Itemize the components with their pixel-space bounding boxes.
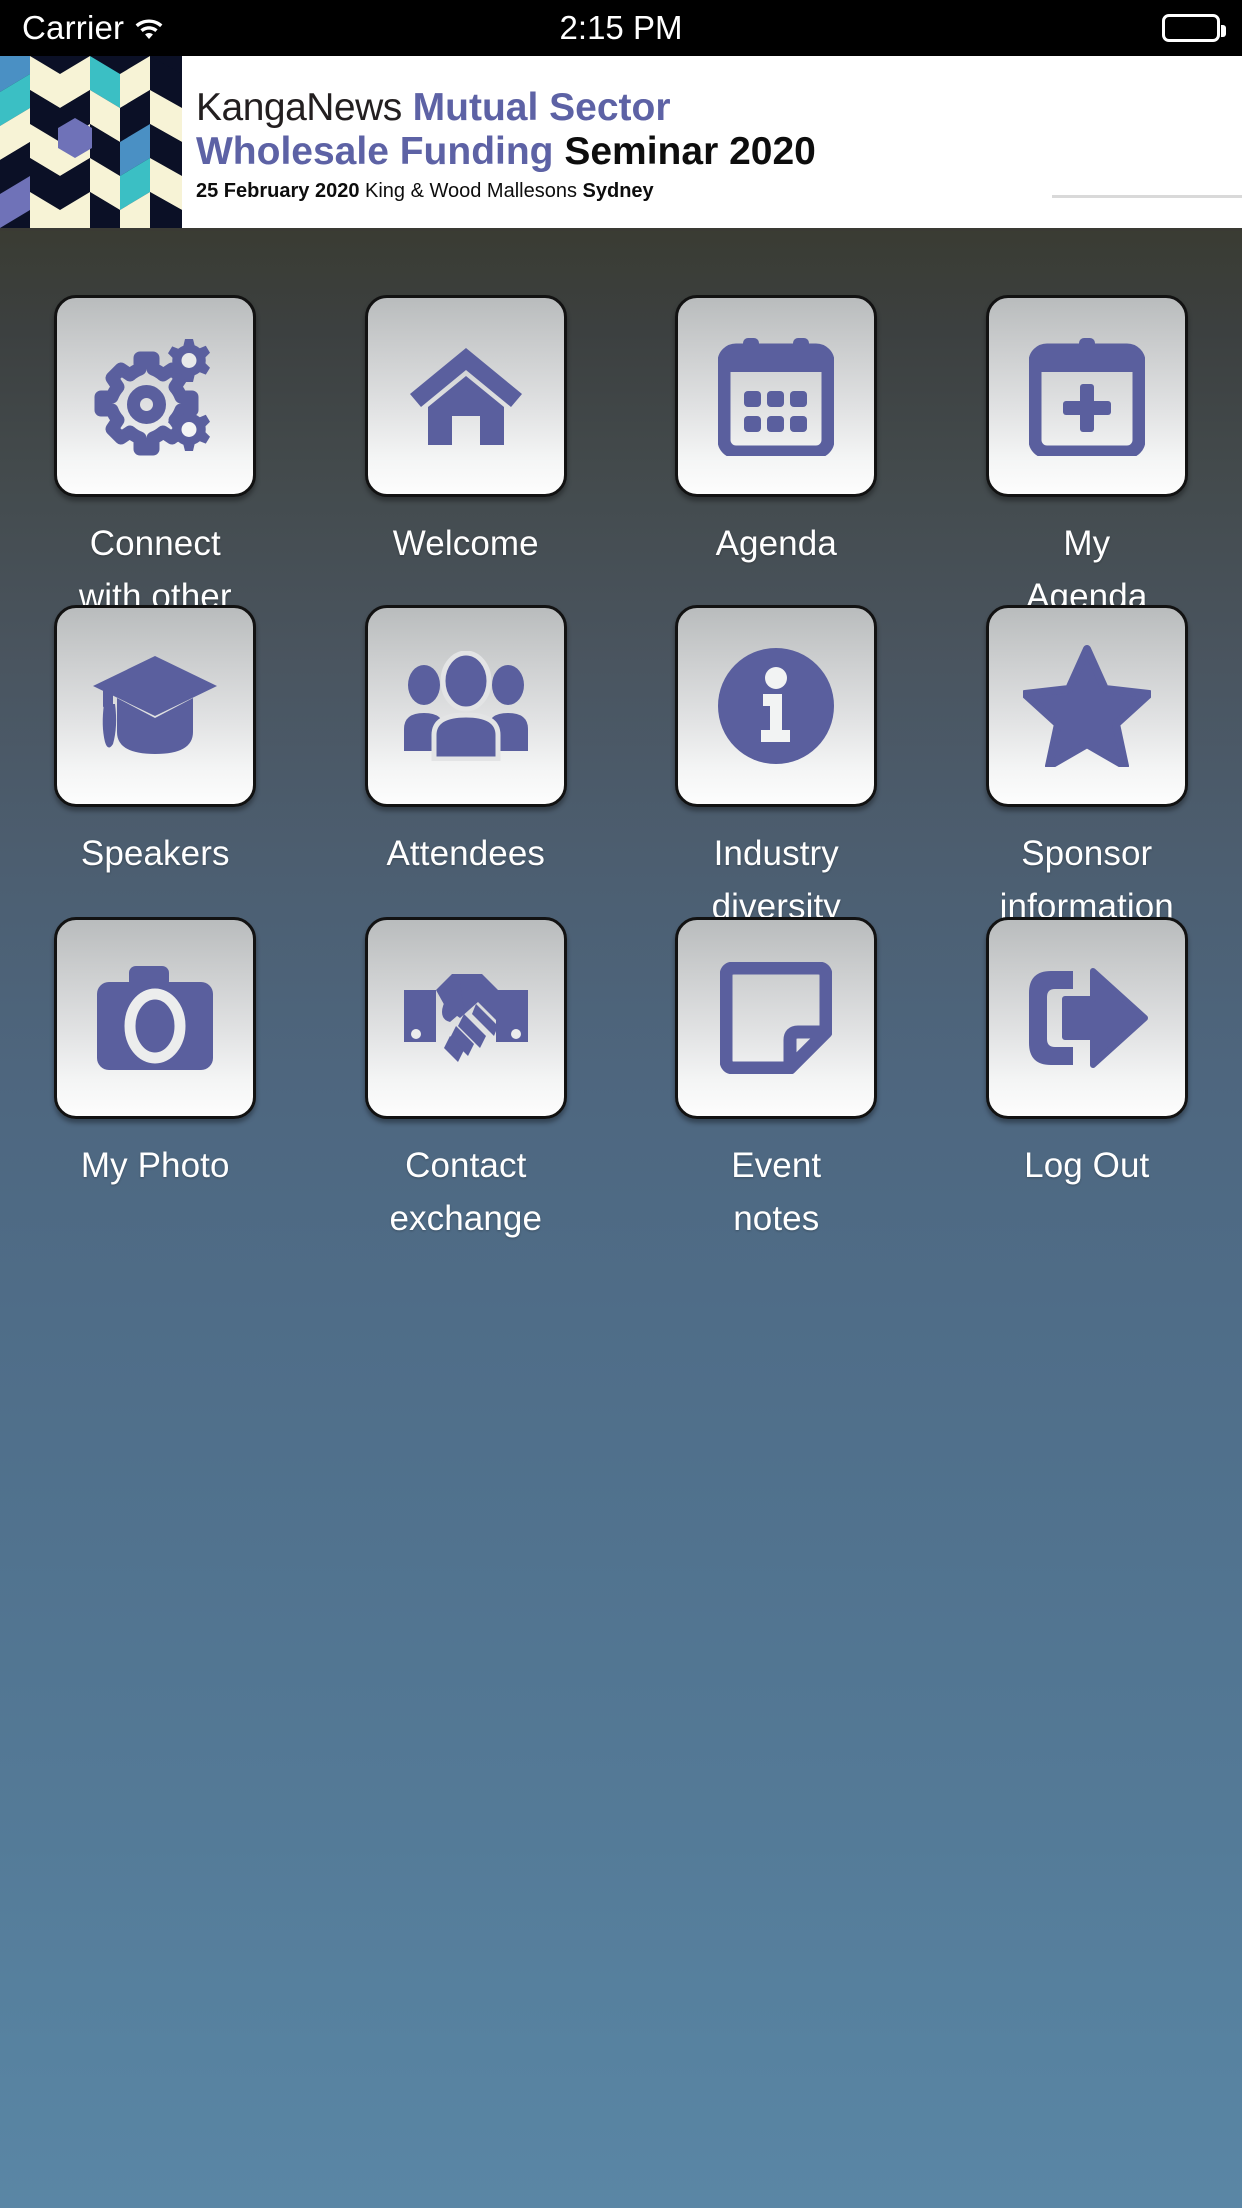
menu-grid-row: Connectwith otherdelegates Welcome bbox=[0, 295, 1242, 669]
gears-icon bbox=[94, 339, 211, 456]
menu-item-my-photo[interactable]: My Photo bbox=[0, 917, 311, 1229]
battery-icon bbox=[1162, 14, 1226, 42]
tile-background bbox=[54, 295, 257, 497]
banner-subtitle-accent: Wholesale Funding bbox=[196, 129, 554, 173]
menu-grid: Connectwith otherdelegates Welcome bbox=[0, 295, 1242, 1238]
menu-grid-row: Speakers Attendees Industry diversity Sp… bbox=[0, 605, 1242, 926]
status-bar: Carrier 2:15 PM bbox=[0, 0, 1242, 56]
calendar-plus-icon bbox=[1028, 338, 1145, 456]
banner-date: 25 February 2020 bbox=[196, 179, 360, 202]
logout-arrow-icon bbox=[1028, 968, 1148, 1068]
menu-item-sponsor-information[interactable]: Sponsor information bbox=[932, 605, 1242, 926]
menu-grid-row: My Photo Contact exchange Event notes Lo… bbox=[0, 917, 1242, 1238]
menu-item-speakers[interactable]: Speakers bbox=[0, 605, 311, 917]
tile-background bbox=[675, 605, 878, 807]
tile-background bbox=[985, 917, 1188, 1119]
menu-item-my-agenda[interactable]: My Agenda bbox=[932, 295, 1242, 616]
menu-item-label: Attendees bbox=[386, 834, 546, 873]
home-grid-background: Connectwith otherdelegates Welcome bbox=[0, 231, 1242, 2208]
tile-background bbox=[54, 917, 257, 1119]
people-group-icon bbox=[403, 651, 528, 761]
tile-background bbox=[364, 605, 567, 807]
calendar-icon bbox=[718, 338, 835, 456]
banner-subtitle-dark: Seminar 2020 bbox=[564, 129, 816, 173]
banner-divider-line bbox=[1052, 195, 1242, 198]
home-icon bbox=[409, 348, 522, 445]
note-page-icon bbox=[720, 962, 833, 1074]
tile-background bbox=[54, 605, 257, 807]
menu-item-label: Agenda bbox=[715, 524, 837, 563]
menu-item-attendees[interactable]: Attendees bbox=[311, 605, 622, 917]
banner-title-block: KangaNews Mutual Sector Wholesale Fundin… bbox=[196, 56, 816, 228]
tile-background bbox=[985, 295, 1188, 497]
banner-title-accent: Mutual Sector bbox=[412, 85, 671, 129]
menu-item-connect-with-other-delegates[interactable]: Connectwith otherdelegates bbox=[0, 295, 311, 669]
menu-item-welcome[interactable]: Welcome bbox=[311, 295, 622, 605]
menu-item-agenda[interactable]: Agenda bbox=[621, 295, 932, 605]
menu-item-label: Speakers bbox=[80, 834, 230, 873]
tile-background bbox=[985, 605, 1188, 807]
tile-background bbox=[675, 295, 878, 497]
banner-title-line-2: Wholesale Funding Seminar 2020 bbox=[196, 130, 816, 174]
menu-item-label: Contact exchange bbox=[389, 1146, 543, 1238]
menu-item-label: My Photo bbox=[80, 1146, 230, 1185]
camera-icon bbox=[97, 966, 214, 1070]
menu-item-label: Log Out bbox=[1024, 1146, 1150, 1185]
menu-item-event-notes[interactable]: Event notes bbox=[621, 917, 932, 1238]
menu-item-label: Event notes bbox=[731, 1146, 822, 1238]
app-screen: Carrier 2:15 PM KangaNews Mutual Sector … bbox=[0, 0, 1242, 2208]
tile-background bbox=[364, 295, 567, 497]
info-circle-icon bbox=[718, 648, 835, 764]
graduation-cap-icon bbox=[93, 656, 218, 754]
menu-item-log-out[interactable]: Log Out bbox=[932, 917, 1242, 1229]
menu-item-industry-diversity[interactable]: Industry diversity bbox=[621, 605, 932, 926]
event-banner: KangaNews Mutual Sector Wholesale Fundin… bbox=[0, 56, 1242, 231]
banner-brand: KangaNews bbox=[196, 85, 402, 129]
clock-label: 2:15 PM bbox=[559, 9, 683, 46]
banner-title-line-1: KangaNews Mutual Sector bbox=[196, 86, 816, 129]
tile-background bbox=[675, 917, 878, 1119]
banner-venue: King & Wood Mallesons bbox=[365, 179, 577, 202]
geometric-hexagon-pattern-icon bbox=[0, 56, 182, 228]
banner-city: Sydney bbox=[582, 179, 654, 202]
handshake-icon bbox=[403, 974, 528, 1062]
menu-item-contact-exchange[interactable]: Contact exchange bbox=[311, 917, 622, 1238]
menu-item-label: Welcome bbox=[392, 524, 539, 563]
star-icon bbox=[1022, 645, 1151, 767]
banner-details: 25 February 2020 King & Wood Mallesons S… bbox=[196, 179, 816, 203]
tile-background bbox=[364, 917, 567, 1119]
